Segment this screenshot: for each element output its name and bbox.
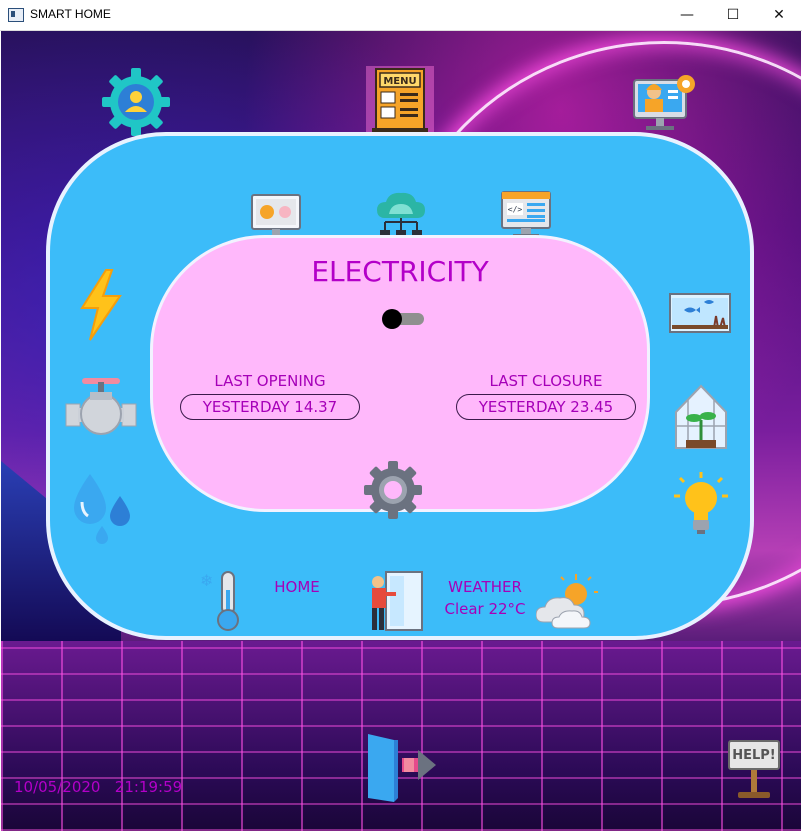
help-sign-base xyxy=(738,792,770,798)
date-time-display: 10/05/2020 21:19:59 xyxy=(14,778,182,796)
electricity-toggle-switch[interactable] xyxy=(382,309,424,329)
water-valve-icon[interactable] xyxy=(64,376,138,438)
svg-text:MENU: MENU xyxy=(383,76,416,87)
remote-control-icon[interactable] xyxy=(250,193,302,241)
current-date: 10/05/2020 xyxy=(14,778,101,796)
toggle-knob xyxy=(382,309,402,329)
last-opening-value: YESTERDAY 14.37 xyxy=(180,394,360,420)
electricity-heading: ELECTRICITY xyxy=(311,255,489,288)
svg-text:</>: </> xyxy=(508,205,523,214)
thermometer-icon: ❄ xyxy=(196,570,246,634)
weather-label: WEATHER xyxy=(448,578,522,596)
window-title: SMART HOME xyxy=(30,7,111,21)
close-icon: ✕ xyxy=(773,7,785,23)
minimize-icon: — xyxy=(680,7,694,23)
help-sign-post xyxy=(751,770,757,792)
last-closure-label: LAST CLOSURE xyxy=(489,372,603,390)
home-label: HOME xyxy=(274,578,320,596)
aquarium-icon[interactable] xyxy=(668,292,732,334)
maximize-button[interactable]: ☐ xyxy=(710,0,756,30)
profile-gear-icon[interactable] xyxy=(100,66,172,138)
greenhouse-icon[interactable] xyxy=(672,382,730,450)
last-closure-value: YESTERDAY 23.45 xyxy=(456,394,636,420)
app-icon xyxy=(8,8,24,22)
weather-cloud-sun-icon xyxy=(536,572,600,630)
current-time: 21:19:59 xyxy=(114,778,183,796)
exit-door-icon[interactable] xyxy=(364,732,440,804)
menu-icon[interactable]: MENU xyxy=(366,66,434,134)
smart-home-window: SMART HOME — ☐ ✕ MENU </> ELECTRICITY LA… xyxy=(0,0,802,832)
fridge-person-icon xyxy=(364,570,424,634)
help-sign-button[interactable]: HELP! xyxy=(728,740,780,798)
electricity-bolt-icon[interactable] xyxy=(76,268,124,342)
last-opening-label: LAST OPENING xyxy=(214,372,326,390)
water-drops-icon[interactable] xyxy=(66,472,134,546)
title-bar: SMART HOME — ☐ ✕ xyxy=(0,0,802,31)
close-button[interactable]: ✕ xyxy=(756,0,802,30)
maximize-icon: ☐ xyxy=(726,7,740,23)
svg-text:❄: ❄ xyxy=(200,571,213,590)
settings-gear-icon[interactable] xyxy=(363,460,423,520)
weather-value: Clear 22°C xyxy=(444,600,526,618)
minimize-button[interactable]: — xyxy=(664,0,710,30)
help-sign-label: HELP! xyxy=(728,740,780,770)
light-bulb-icon[interactable] xyxy=(670,472,732,536)
technician-computer-icon[interactable] xyxy=(630,68,702,136)
